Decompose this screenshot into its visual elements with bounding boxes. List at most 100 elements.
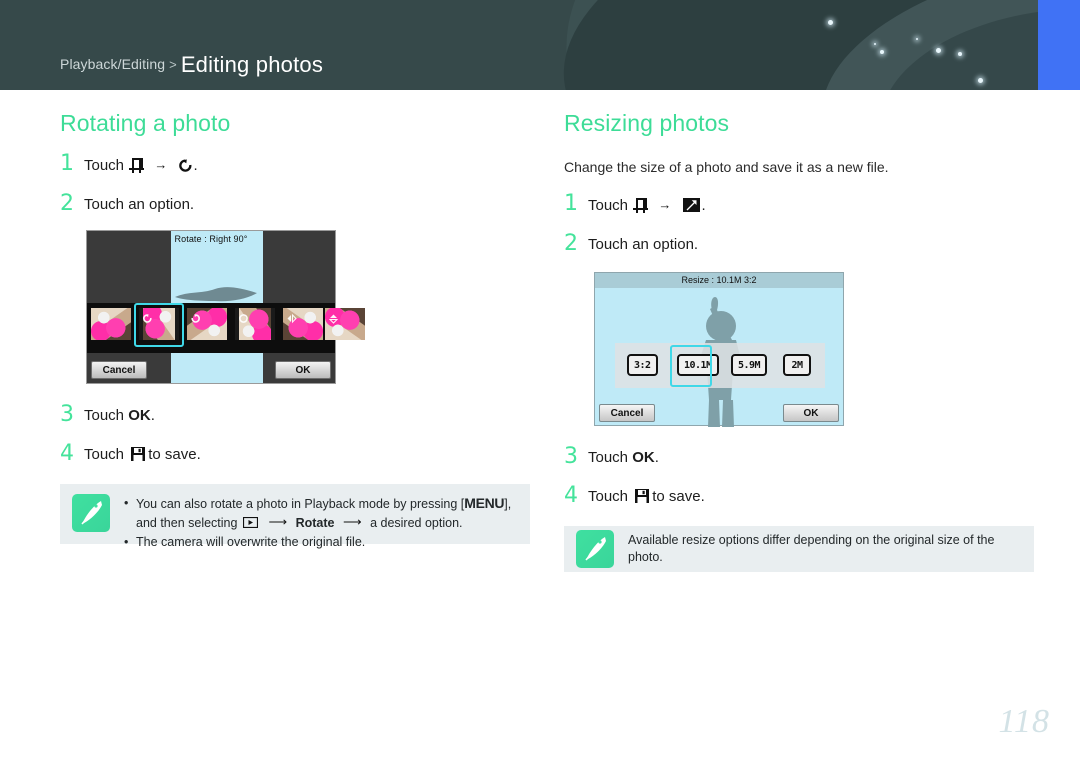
breadcrumb: Playback/Editing > Editing photos [60, 52, 323, 78]
crop-icon [129, 158, 145, 173]
step-text-before: Touch [84, 157, 125, 174]
step-item: 2 Touch an option. [60, 193, 540, 216]
step-text: Touch OK. [588, 446, 659, 469]
sparkle-icon [874, 43, 876, 45]
step-text-after: to save. [652, 488, 705, 505]
note-text-part: a desired option. [370, 516, 463, 530]
note-box-resize: Available resize options differ dependin… [564, 526, 1034, 572]
step-text-after: . [701, 197, 706, 214]
rotate-thumbnail-strip [87, 303, 365, 353]
step-number: 4 [564, 483, 578, 508]
bullet-icon: • [124, 496, 129, 510]
resize-option-0[interactable]: 3:2 [627, 354, 658, 376]
buttonbar-highlight-band [171, 357, 263, 383]
sparkle-icon [958, 52, 962, 56]
step-text-before: Touch [588, 488, 629, 505]
list-item[interactable] [187, 308, 227, 340]
header-accent-tab [1038, 0, 1080, 90]
step-item: 1 Touch → . [564, 193, 1044, 217]
step-number: 2 [564, 231, 578, 256]
section-intro: Change the size of a photo and save it a… [564, 159, 889, 175]
page-title: Editing photos [180, 52, 324, 77]
step-item: 3 Touch OK. [60, 404, 540, 427]
list-item[interactable] [325, 308, 365, 340]
note-bullet-item: • The camera will overwrite the original… [124, 534, 518, 551]
step-text-after: to save. [148, 446, 201, 463]
rotate-dialog-title: Rotate : Right 90° [174, 234, 248, 244]
rotate-left-overlay-icon [190, 311, 201, 323]
step-text: Touch OK. [84, 404, 155, 427]
arrow-right-icon: → [154, 157, 168, 172]
header-swoosh-3 [538, 0, 1080, 90]
list-item[interactable] [283, 308, 323, 340]
flip-vertical-overlay-icon [328, 311, 339, 324]
step-emphasis: OK [632, 449, 655, 466]
step-text-after: . [150, 407, 155, 424]
step-text-before: Touch [588, 197, 629, 214]
cancel-button[interactable]: Cancel [599, 404, 655, 422]
ok-button[interactable]: OK [275, 361, 331, 379]
menu-key-label: MENU [464, 495, 505, 511]
rotate-overlay-icon [238, 311, 249, 323]
selected-thumbnail-highlight [134, 303, 184, 347]
step-emphasis: OK [128, 407, 151, 424]
ok-button[interactable]: OK [783, 404, 839, 422]
sparkle-icon [916, 38, 918, 40]
rotate-clockwise-icon [178, 158, 193, 173]
flip-horizontal-overlay-icon [286, 311, 297, 324]
section-heading-rotating: Rotating a photo [60, 110, 231, 136]
note-body: • You can also rotate a photo in Playbac… [124, 494, 518, 551]
playback-mode-icon [242, 516, 259, 529]
header-swoosh-2 [663, 0, 1080, 90]
page-number: 118 [998, 703, 1050, 740]
step-text-before: Touch [84, 407, 125, 424]
step-item: 4 Touch to save. [564, 485, 1044, 508]
resize-dialog-screenshot: Resize : 10.1M 3:2 3:2 10.1M 5.9M 2M Can [594, 272, 844, 427]
note-text: You can also rotate a photo in Playback … [136, 495, 518, 532]
left-column: Rotating a photo 1 Touch → . 2 Touch an … [60, 110, 540, 549]
step-text-after: . [654, 449, 659, 466]
note-box-rotate: • You can also rotate a photo in Playbac… [60, 484, 530, 549]
step-text-after: . [193, 157, 198, 174]
save-floppy-icon [635, 488, 650, 503]
pen-note-icon [576, 530, 614, 568]
sparkle-icon [936, 48, 941, 53]
step-number: 1 [60, 151, 74, 176]
note-emphasis-rotate: Rotate [295, 516, 335, 530]
right-column: Resizing photos Change the size of a pho… [564, 110, 1044, 572]
step-number: 4 [60, 441, 74, 466]
bullet-icon: • [124, 535, 129, 549]
step-text: Touch an option. [84, 196, 195, 213]
save-floppy-icon [131, 446, 146, 461]
list-item[interactable] [91, 308, 131, 340]
step-number: 1 [564, 191, 578, 216]
step-text: Touch → . [588, 193, 706, 217]
resize-option-2[interactable]: 5.9M [731, 354, 768, 376]
rotate-preview-photo [171, 283, 263, 305]
section-heading-resizing: Resizing photos [564, 110, 730, 136]
list-item[interactable] [235, 308, 275, 340]
crop-icon [633, 198, 649, 213]
resize-option-3[interactable]: 2M [783, 354, 811, 376]
breadcrumb-separator-icon: > [169, 57, 177, 72]
arrow-right-icon: ⟶ [268, 514, 288, 529]
header-swoosh-1 [524, 0, 1080, 90]
rotate-dialog-buttonbar: Cancel OK [87, 357, 335, 383]
arrow-right-icon: ⟶ [342, 514, 362, 529]
cancel-button[interactable]: Cancel [91, 361, 147, 379]
step-number: 2 [60, 191, 74, 216]
step-text: Touch to save. [84, 443, 201, 466]
note-bullet-item: • You can also rotate a photo in Playbac… [124, 495, 518, 532]
note-text-part: You can also rotate a photo in Playback … [136, 497, 465, 511]
sparkle-icon [828, 20, 833, 25]
step-item: 2 Touch an option. [564, 233, 1044, 256]
arrow-right-icon: → [658, 197, 672, 212]
step-text: Touch → . [84, 153, 198, 177]
breadcrumb-parent[interactable]: Playback/Editing [60, 56, 165, 72]
note-text: The camera will overwrite the original f… [136, 535, 366, 549]
pen-note-icon [72, 494, 110, 532]
step-text-before: Touch [84, 446, 125, 463]
step-number: 3 [564, 444, 578, 469]
step-text: Touch an option. [588, 236, 699, 253]
resize-icon [682, 197, 700, 212]
